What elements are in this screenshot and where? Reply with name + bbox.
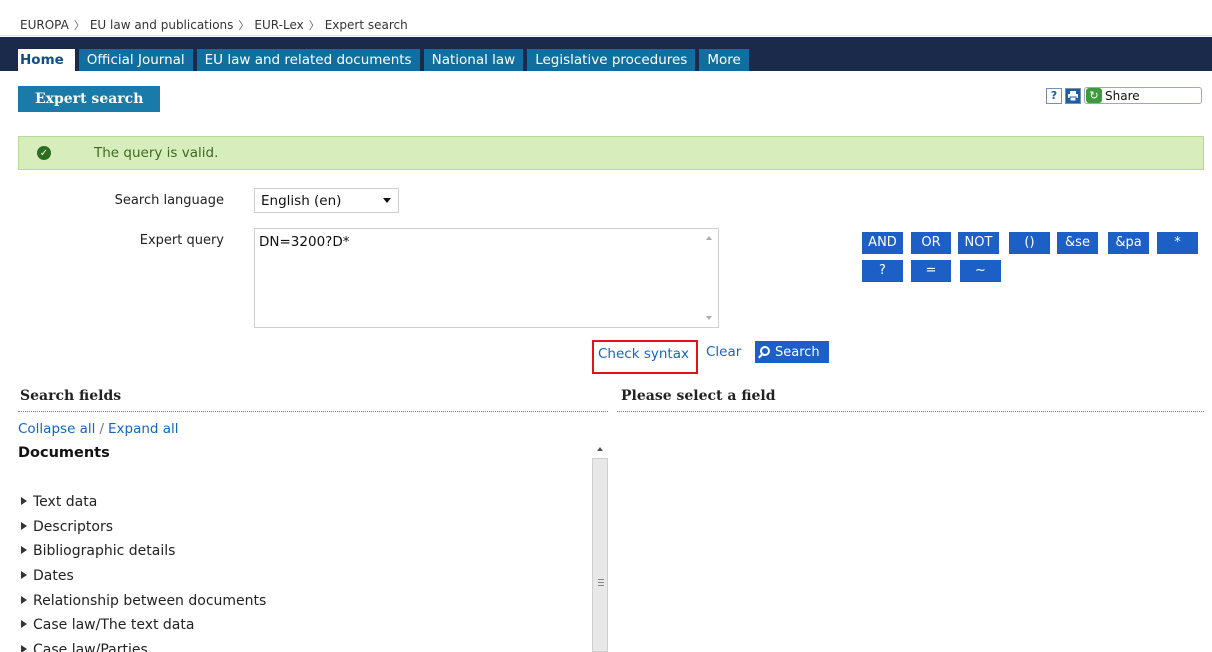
triangle-right-icon [21,571,27,580]
tree-item-bibliographic-details[interactable]: Bibliographic details [21,541,266,566]
documents-group-heading: Documents [18,445,110,461]
operator-se-button[interactable]: &se [1057,232,1098,254]
tab-more[interactable]: More [699,49,749,71]
tree-item-label: Case law/Parties [33,642,148,652]
tree-toggle-links: Collapse all / Expand all [18,421,179,437]
search-fields-tree: Text data Descriptors Bibliographic deta… [21,492,266,652]
check-syntax-highlight: Check syntax [592,340,698,374]
print-icon[interactable] [1065,87,1081,104]
search-language-label: Search language [114,193,224,208]
tree-item-case-law-text-data[interactable]: Case law/The text data [21,615,266,640]
scroll-up-icon[interactable] [597,447,603,451]
tree-item-label: Descriptors [33,518,114,535]
breadcrumb-europa[interactable]: EUROPA [20,18,69,32]
search-fields-divider [18,411,608,412]
expand-all-link[interactable]: Expand all [108,421,179,437]
main-nav: Home Official Journal EU law and related… [0,37,1212,71]
operator-equals-button[interactable]: = [911,260,951,282]
breadcrumb-eur-lex[interactable]: EUR-Lex [254,18,303,32]
breadcrumb: EUROPA 〉 EU law and publications 〉 EUR-L… [20,17,408,33]
breadcrumb-expert-search: Expert search [324,18,408,32]
grip-icon [598,579,604,588]
operator-and-button[interactable]: AND [862,232,903,254]
page-tools: ? ↻ Share [1046,87,1202,104]
scroll-up-icon[interactable] [706,236,712,240]
tab-legislative-procedures[interactable]: Legislative procedures [527,49,696,71]
tree-item-label: Text data [33,494,98,510]
help-icon[interactable]: ? [1046,87,1062,104]
success-text: The query is valid. [94,145,219,161]
tree-item-dates[interactable]: Dates [21,566,266,591]
check-circle-icon: ✓ [37,146,51,160]
chevron-right-icon: 〉 [238,19,250,32]
tree-item-label: Bibliographic details [33,543,176,560]
scrollbar-thumb[interactable] [592,458,608,652]
triangle-right-icon [21,620,27,629]
tree-scrollbar[interactable] [590,438,610,652]
expert-query-label: Expert query [139,233,224,248]
search-icon [760,346,770,356]
tree-item-label: Case law/The text data [33,617,195,634]
expert-query-value: DN=3200?D* [259,234,350,250]
search-button[interactable]: Search [755,341,829,363]
page-title: Expert search [18,86,161,112]
chevron-right-icon: 〉 [308,19,320,32]
operator-or-button[interactable]: OR [911,232,951,254]
tab-national-law[interactable]: National law [423,49,524,71]
triangle-right-icon [21,497,27,505]
tree-item-descriptors[interactable]: Descriptors [21,517,266,542]
search-language-select[interactable]: English (en) [254,188,399,213]
search-fields-heading: Search fields [20,388,122,404]
tab-home[interactable]: Home [18,49,75,71]
tab-eu-law-related-documents[interactable]: EU law and related documents [196,49,420,71]
tree-item-label: Relationship between documents [33,592,267,609]
success-message: ✓ The query is valid. [18,136,1204,170]
share-label: Share [1105,88,1140,103]
triangle-right-icon [21,645,27,652]
collapse-all-link[interactable]: Collapse all [18,421,95,437]
operator-tilde-button[interactable]: ~ [960,260,1001,282]
tree-item-relationship-between-documents[interactable]: Relationship between documents [21,591,266,616]
share-button[interactable]: ↻ Share [1084,87,1202,104]
search-language-value: English (en) [261,192,342,209]
operator-wildcard-button[interactable]: * [1157,232,1198,254]
tab-official-journal[interactable]: Official Journal [78,49,193,71]
chevron-down-icon [383,198,391,203]
operator-parentheses-button[interactable]: () [1009,232,1050,254]
field-panel-heading: Please select a field [621,388,776,404]
tree-item-label: Dates [33,568,74,585]
link-separator: / [99,421,104,437]
share-icon: ↻ [1086,88,1102,103]
triangle-right-icon [21,595,27,604]
page-title-wrap: Expert search [18,86,161,112]
field-panel-divider [617,411,1204,412]
operator-not-button[interactable]: NOT [958,232,999,254]
tree-item-text-data[interactable]: Text data [21,492,266,517]
scroll-down-icon[interactable] [706,316,712,320]
operator-pa-button[interactable]: &pa [1108,232,1149,254]
operator-question-button[interactable]: ? [862,260,903,282]
tree-item-case-law-parties[interactable]: Case law/Parties [21,640,266,652]
clear-link[interactable]: Clear [706,344,741,360]
triangle-right-icon [21,546,27,555]
breadcrumb-bar: EUROPA 〉 EU law and publications 〉 EUR-L… [0,0,1212,36]
textarea-scrollbar[interactable] [701,229,718,327]
triangle-right-icon [21,521,27,530]
check-syntax-link[interactable]: Check syntax [598,346,689,362]
search-button-label: Search [775,344,820,360]
breadcrumb-eu-law-publications[interactable]: EU law and publications [90,18,234,32]
chevron-right-icon: 〉 [73,19,85,32]
expert-query-textarea[interactable]: DN=3200?D* [254,228,719,328]
